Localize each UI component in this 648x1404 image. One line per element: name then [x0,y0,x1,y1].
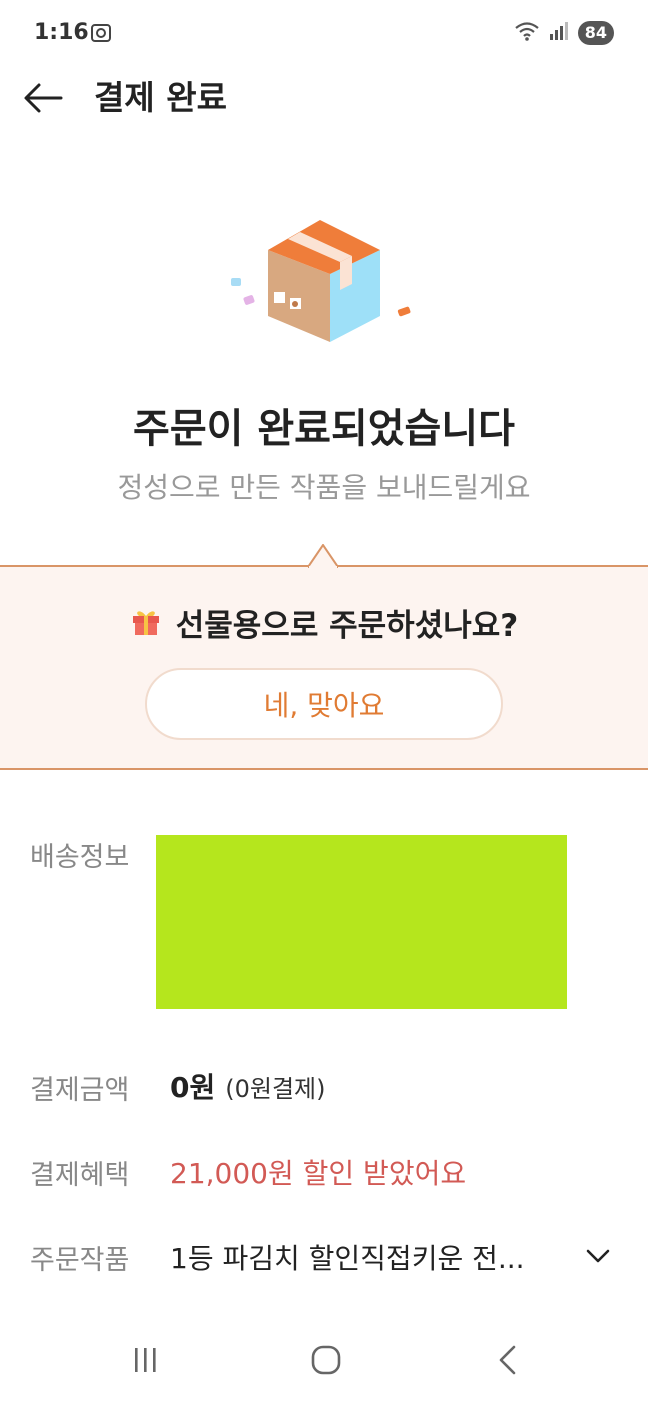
benefit-label: 결제혜택 [30,1160,130,1191]
amount-row: 0원 (0원결제) [170,1066,326,1106]
hero-subtitle: 정성으로 만든 작품을 보내드릴게요 [117,471,531,504]
system-back-button[interactable] [488,1340,528,1380]
product-value: 1등 파김치 할인직접키운 전... [170,1242,525,1275]
app-header: 결제 완료 [0,68,648,128]
gift-icon [130,605,162,641]
recent-apps-icon [135,1348,156,1372]
wifi-icon [514,20,540,46]
hero-title: 주문이 완료되었습니다 [133,406,515,452]
gift-confirm-button[interactable]: 네, 맞아요 [145,668,503,740]
camera-icon [90,22,112,44]
status-time: 1:16 [34,20,89,45]
chevron-down-icon [586,1249,610,1263]
product-label: 주문작품 [30,1245,130,1276]
recent-apps-button[interactable] [125,1340,165,1380]
back-icon [499,1345,516,1375]
gift-question-text: 선물용으로 주문하셨나요? [175,608,519,644]
delivery-label: 배송정보 [30,842,130,873]
system-nav-bar [0,1316,648,1404]
benefit-value: 21,000원 할인 받았어요 [170,1157,467,1190]
amount-label: 결제금액 [30,1075,130,1106]
home-button[interactable] [306,1340,346,1380]
status-bar: 1:16 84 [0,0,648,68]
gift-question: 선물용으로 주문하셨나요? [0,600,648,645]
signal-icon [548,20,570,46]
page-title: 결제 완료 [94,78,227,117]
back-button[interactable] [22,78,64,118]
delivery-info-redacted [156,835,567,1009]
amount-value: 0원 [170,1071,216,1104]
amount-note: (0원결제) [225,1075,326,1103]
package-box-icon [224,210,424,350]
battery-icon: 84 [577,21,614,45]
expand-products-button[interactable] [580,1238,616,1274]
home-icon [311,1345,341,1375]
status-icons: 84 [514,20,614,46]
gift-notch [306,543,340,570]
arrow-left-icon [24,83,63,113]
